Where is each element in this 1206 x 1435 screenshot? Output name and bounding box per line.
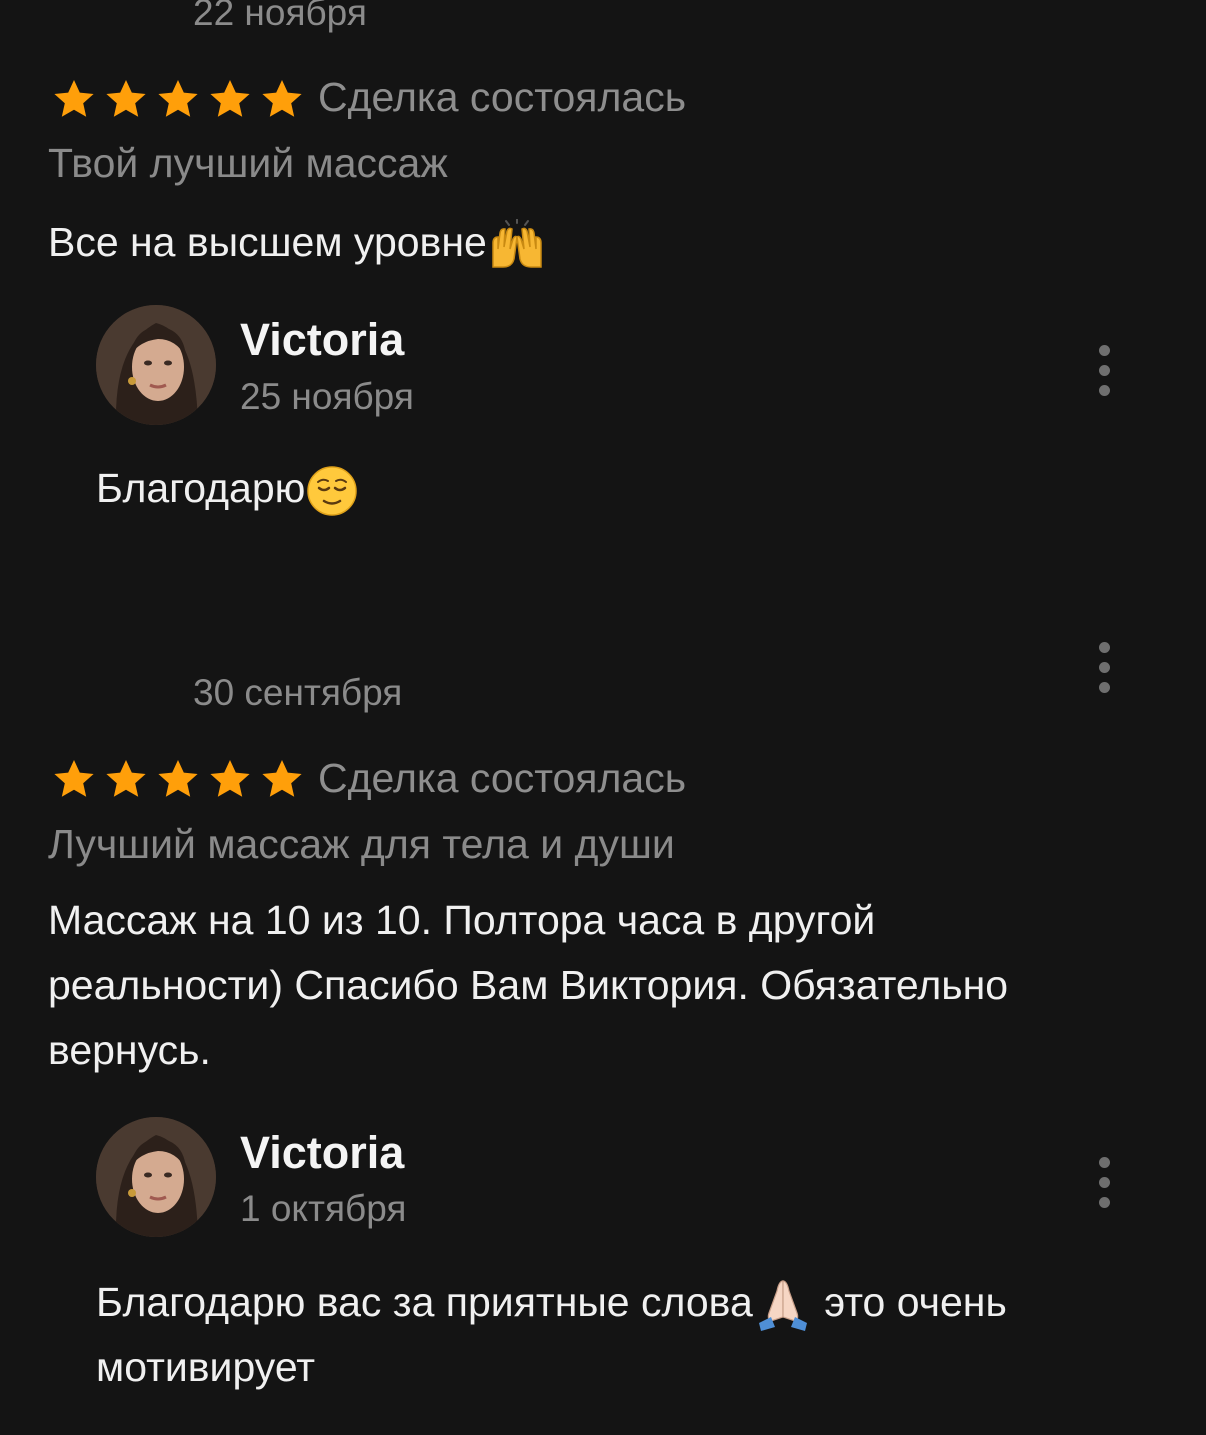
avatar-photo-icon <box>96 1117 216 1237</box>
review-date: 30 сентября <box>193 672 403 713</box>
avatar[interactable] <box>96 1117 216 1237</box>
star-icon <box>106 760 146 797</box>
reply-text-line: мотивирует <box>96 1344 316 1390</box>
review-title: Твой лучший массаж <box>48 140 448 186</box>
star-icon <box>54 760 94 797</box>
review-date: 22 ноября <box>193 0 367 33</box>
star-icon <box>54 80 94 117</box>
star-icon <box>106 80 146 117</box>
relieved-face-emoji <box>307 466 358 516</box>
more-vertical-icon[interactable] <box>1094 345 1114 396</box>
review-text-line: вернусь. <box>48 1027 211 1073</box>
deal-status: Сделка состоялась <box>318 755 687 801</box>
reply-text-line: Благодарю вас за приятные слова это очен… <box>96 1270 1007 1335</box>
reply-date: 25 ноября <box>240 376 414 417</box>
review-title: Лучший массаж для тела и души <box>48 821 675 867</box>
folded-hands-emoji <box>758 1280 807 1332</box>
rating-stars <box>50 75 306 123</box>
star-icon <box>210 760 250 797</box>
star-icon <box>262 760 302 797</box>
star-icon <box>262 80 302 117</box>
reply-date: 1 октября <box>240 1188 407 1229</box>
star-icon <box>158 760 198 797</box>
reply-text: Благодарю вас за приятные слова это очен… <box>96 1270 1007 1400</box>
star-icon <box>158 80 198 117</box>
raising-hands-emoji <box>492 219 542 268</box>
rating-stars <box>50 755 306 803</box>
review-text: Массаж на 10 из 10. Полтора часа в друго… <box>48 888 1008 1083</box>
more-vertical-icon[interactable] <box>1094 1157 1114 1208</box>
avatar[interactable] <box>96 305 216 425</box>
reply-author-name: Victoria <box>240 314 405 365</box>
review-text-line: реальности) Спасибо Вам Виктория. Обязат… <box>48 962 1009 1008</box>
star-icon <box>210 80 250 117</box>
deal-status: Сделка состоялась <box>318 74 687 120</box>
review-text: Все на высшем уровне <box>48 210 547 275</box>
more-vertical-icon[interactable] <box>1094 642 1114 693</box>
avatar-photo-icon <box>96 305 216 425</box>
reply-author-name: Victoria <box>240 1127 405 1178</box>
reply-text: Благодарю <box>96 456 359 521</box>
review-text-line: Массаж на 10 из 10. Полтора часа в друго… <box>48 897 876 943</box>
